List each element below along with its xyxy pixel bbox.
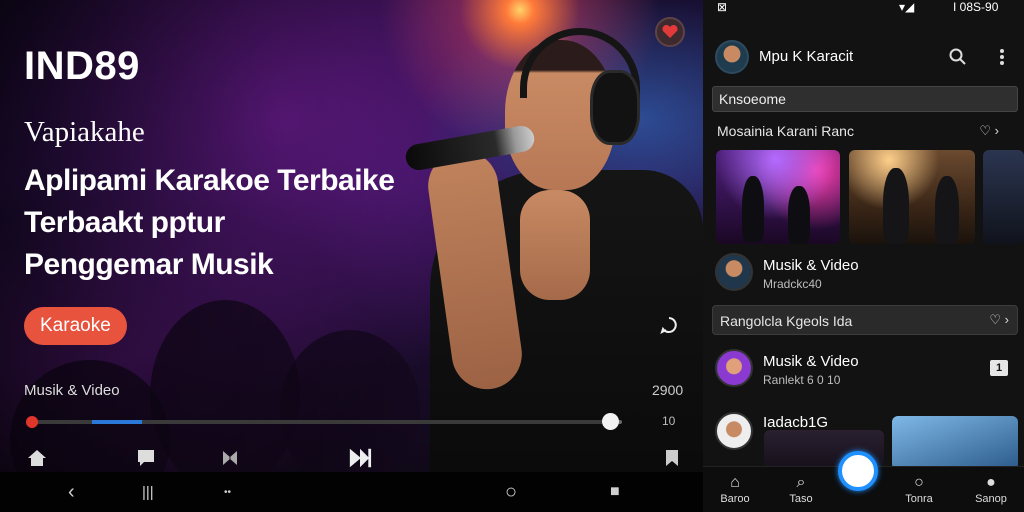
hero-headline: Aplipami Karakoe Terbaike Terbaakt pptur… [24, 160, 444, 286]
video-thumbnail[interactable] [892, 416, 1018, 470]
signal-icon: ▾◢ [899, 0, 915, 14]
recents-icon[interactable]: ||| [142, 480, 154, 504]
row-title[interactable]: Musik & Video [763, 353, 859, 370]
circle-icon: ○ [914, 474, 924, 491]
home-icon: ⌂ [730, 474, 740, 491]
progress-end-text: 10 [662, 414, 676, 428]
video-thumbnail[interactable] [716, 150, 840, 244]
nav-label: Baroo [720, 493, 750, 505]
brand-logo-text: IND89 [24, 44, 140, 88]
media-time: 2900 [652, 382, 684, 398]
bookmark-icon[interactable] [660, 446, 684, 470]
performer-figure [788, 186, 810, 244]
bottom-nav: ⌂ Baroo ⌕ Taso ○ Tonra ● Sanop [703, 451, 1024, 512]
section-title: Rangolcla Kgeols Ida [720, 313, 853, 329]
app-title: Mpu K Karacit [759, 48, 854, 65]
chat-icon[interactable] [134, 446, 158, 470]
profile-icon: ● [986, 474, 996, 491]
skip-next-icon[interactable] [348, 446, 372, 470]
progress-bar[interactable] [26, 413, 622, 430]
record-button[interactable] [838, 451, 878, 491]
comment-icon[interactable] [660, 316, 678, 339]
nav-item-home[interactable]: ⌂ Baroo [711, 473, 759, 505]
section-actions-icon[interactable]: ♡ › [979, 123, 999, 139]
headline-line: Terbaakt pptur [24, 206, 225, 239]
hero-tagline: Vapiakahe [24, 116, 145, 148]
nav-item-circle[interactable]: ○ Tonra [895, 473, 943, 505]
video-thumbnail[interactable] [983, 150, 1024, 244]
dots-icon[interactable]: •• [224, 480, 231, 504]
avatar[interactable] [715, 349, 753, 387]
nav-label: Sanop [975, 493, 1007, 505]
badge-icon[interactable]: 1 [990, 360, 1008, 376]
media-label: Musik & Video [24, 382, 120, 399]
performer-figure [935, 176, 959, 244]
headline-line: Aplipami Karakoe Terbaike [24, 164, 395, 197]
row-subtitle: Mradckc40 [763, 277, 822, 291]
status-text: I 08S-90 [953, 0, 999, 14]
search-icon: ⌕ [796, 474, 806, 491]
nav-label: Tonra [905, 493, 933, 505]
hero-player: IND89 Vapiakahe Aplipami Karakoe Terbaik… [0, 0, 703, 512]
section-bar[interactable]: Rangolcla Kgeols Ida ♡ › [712, 305, 1018, 335]
row-title[interactable]: Iadacb1G [763, 414, 828, 431]
section-heading: Mosainia Karani Ranc ♡ › [717, 123, 1011, 139]
karaoke-button[interactable]: Karaoke [24, 307, 127, 345]
row-title[interactable]: Musik & Video [763, 257, 859, 274]
progress-buffer [92, 420, 142, 424]
favorite-badge-icon[interactable] [655, 17, 685, 47]
status-bar: ⊠ ▾◢ I 08S-90 [703, 0, 1024, 16]
stop-icon[interactable]: ■ [610, 480, 620, 504]
notification-icon: ⊠ [717, 0, 728, 14]
previous-icon[interactable] [218, 446, 242, 470]
app-panel: ⊠ ▾◢ I 08S-90 Mpu K Karacit Mosainia Kar… [703, 0, 1024, 512]
progress-start-marker [26, 416, 38, 428]
avatar[interactable] [715, 253, 753, 291]
nav-item-search[interactable]: ⌕ Taso [777, 473, 825, 505]
avatar[interactable] [715, 412, 753, 450]
back-icon[interactable]: ‹ [68, 480, 75, 504]
system-nav-bar: ‹ ||| •• ○ ■ [0, 472, 703, 512]
headline-line: Penggemar Musik [24, 248, 274, 281]
home-icon[interactable] [25, 446, 49, 470]
section-actions-icon[interactable]: ♡ › [989, 312, 1009, 328]
app-header: Mpu K Karacit [703, 36, 1024, 80]
performer-figure [742, 176, 764, 242]
row-subtitle: Ranlekt 6 0 10 [763, 373, 841, 387]
search-icon[interactable] [947, 46, 969, 68]
performer-figure [883, 168, 909, 244]
nav-item-profile[interactable]: ● Sanop [967, 473, 1015, 505]
home-circle-icon[interactable]: ○ [505, 480, 517, 504]
nav-label: Taso [789, 493, 813, 505]
section-title: Mosainia Karani Ranc [717, 123, 854, 139]
video-thumbnail[interactable] [849, 150, 975, 244]
avatar[interactable] [715, 40, 749, 74]
more-vert-icon[interactable] [991, 46, 1013, 68]
search-input[interactable] [712, 86, 1018, 112]
